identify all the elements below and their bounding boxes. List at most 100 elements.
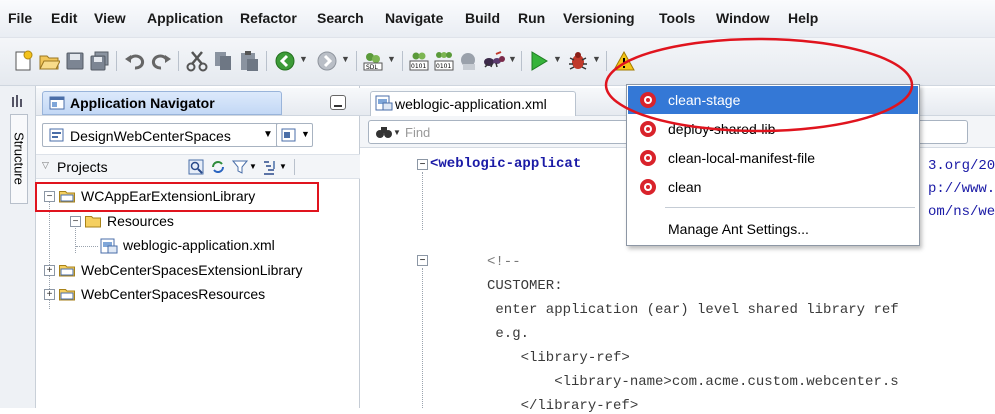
- rebuild-icon[interactable]: 0101: [433, 50, 455, 72]
- undo-icon[interactable]: [124, 50, 146, 72]
- filter-icon[interactable]: [232, 159, 248, 175]
- find-placeholder: Find: [405, 125, 431, 140]
- make-dropdown-icon[interactable]: ▼: [387, 54, 396, 64]
- menu-run[interactable]: Run: [518, 10, 545, 26]
- fold-guide-line: [422, 268, 423, 408]
- tree-item-label: Resources: [107, 213, 174, 229]
- back-icon[interactable]: [274, 50, 296, 72]
- toolbar-separator: [178, 51, 179, 71]
- menu-view[interactable]: View: [94, 10, 126, 26]
- tree-item-resources[interactable]: − Resources: [36, 211, 360, 233]
- collapse-triangle-icon[interactable]: ▽: [42, 160, 49, 171]
- chevron-down-icon[interactable]: ▼: [249, 162, 257, 171]
- open-icon[interactable]: [38, 50, 60, 72]
- code-line: enter application (ear) level shared lib…: [487, 302, 899, 318]
- code-line: e.g.: [487, 326, 530, 342]
- ant-target-clean[interactable]: clean: [628, 173, 918, 201]
- menu-edit[interactable]: Edit: [51, 10, 77, 26]
- navigator-tab[interactable]: Application Navigator: [42, 91, 282, 115]
- xml-file-icon: [375, 95, 393, 111]
- code-line: <!--: [487, 254, 521, 270]
- save-all-icon[interactable]: [89, 50, 111, 72]
- forward-icon[interactable]: [316, 50, 338, 72]
- expand-node-icon[interactable]: +: [44, 265, 55, 276]
- tree-guide-line: [76, 246, 98, 247]
- editor-tab-label: weblogic-application.xml: [395, 96, 547, 112]
- tree-item-weblogic-application-xml[interactable]: weblogic-application.xml: [36, 235, 360, 257]
- expand-node-icon[interactable]: +: [44, 289, 55, 300]
- menu-navigate[interactable]: Navigate: [385, 10, 443, 26]
- tree-item-webcenterspacesextensionlibrary[interactable]: + WebCenterSpacesExtensionLibrary: [36, 260, 360, 282]
- tree-item-label: WebCenterSpacesResources: [81, 286, 266, 302]
- menu-search[interactable]: Search: [317, 10, 364, 26]
- menu-application[interactable]: Application: [147, 10, 223, 26]
- code-line-fragment: om/ns/we: [928, 204, 995, 220]
- run-dropdown-icon[interactable]: ▼: [553, 54, 562, 64]
- projects-header: ▽ Projects ▼ ▼: [36, 154, 360, 179]
- menu-help[interactable]: Help: [788, 10, 818, 26]
- project-tree: − WCAppEarExtensionLibrary − Resources w…: [35, 181, 360, 408]
- back-dropdown-icon[interactable]: ▼: [299, 54, 308, 64]
- manage-ant-settings-item[interactable]: Manage Ant Settings...: [628, 215, 918, 243]
- popup-separator: [665, 207, 915, 208]
- code-fold-icon[interactable]: −: [417, 255, 428, 266]
- project-folder-icon: [59, 265, 75, 277]
- tree-item-webcenterspacesresources[interactable]: + WebCenterSpacesResources: [36, 284, 360, 306]
- make-icon[interactable]: SDL: [362, 50, 384, 72]
- ant-target-clean-local-manifest-file[interactable]: clean-local-manifest-file: [628, 144, 918, 172]
- navigator-title: Application Navigator: [70, 95, 215, 111]
- debug-icon[interactable]: [567, 50, 589, 72]
- toolbar-separator: [356, 51, 357, 71]
- code-line-fragment: p://www.: [928, 181, 995, 197]
- menu-tools[interactable]: Tools: [659, 10, 695, 26]
- menu-file[interactable]: File: [8, 10, 32, 26]
- filter-projects-icon[interactable]: [188, 159, 204, 175]
- chevron-down-icon: ▼: [301, 129, 310, 139]
- sort-icon[interactable]: [262, 159, 278, 175]
- ant-target-label: clean-local-manifest-file: [668, 150, 816, 166]
- structure-panel-strip: Structure: [0, 86, 36, 408]
- sync-icon[interactable]: [210, 159, 226, 175]
- xml-file-icon: [100, 238, 118, 254]
- application-select-value: DesignWebCenterSpaces: [70, 128, 231, 144]
- menu-window[interactable]: Window: [716, 10, 770, 26]
- compile-icon[interactable]: 0101: [408, 50, 430, 72]
- menu-versioning[interactable]: Versioning: [563, 10, 635, 26]
- application-menu-icon: [281, 128, 296, 142]
- editor-tab-weblogic-application-xml[interactable]: weblogic-application.xml: [370, 91, 576, 116]
- code-fold-icon[interactable]: −: [417, 159, 428, 170]
- chevron-down-icon: ▼: [263, 129, 273, 140]
- cut-icon[interactable]: [186, 50, 208, 72]
- ant-target-label: clean: [668, 179, 702, 195]
- fold-guide-line: [422, 172, 423, 230]
- redo-icon[interactable]: [150, 50, 172, 72]
- forward-dropdown-icon[interactable]: ▼: [341, 54, 350, 64]
- svg-text:0101: 0101: [411, 63, 426, 70]
- collapse-node-icon[interactable]: −: [70, 216, 81, 227]
- save-icon[interactable]: [64, 50, 86, 72]
- paste-icon[interactable]: [238, 50, 260, 72]
- minimize-button[interactable]: [330, 95, 346, 110]
- structure-icon[interactable]: [11, 94, 25, 108]
- new-icon[interactable]: [12, 50, 34, 72]
- menu-build[interactable]: Build: [465, 10, 500, 26]
- chevron-down-icon[interactable]: ▼: [279, 162, 287, 171]
- code-line: CUSTOMER:: [487, 278, 563, 294]
- code-line: <weblogic-applicat: [430, 156, 582, 172]
- chevron-down-icon[interactable]: ▼: [393, 128, 401, 137]
- menu-refactor[interactable]: Refactor: [240, 10, 297, 26]
- copy-icon[interactable]: [212, 50, 234, 72]
- application-select[interactable]: DesignWebCenterSpaces ▼: [42, 123, 304, 147]
- ant-dropdown-icon[interactable]: ▼: [508, 54, 517, 64]
- application-small-icon: [49, 128, 64, 142]
- toolbar-separator: [116, 51, 117, 71]
- application-menu-button[interactable]: ▼: [276, 123, 313, 147]
- ant-icon[interactable]: [482, 50, 506, 72]
- structure-tab[interactable]: Structure: [10, 114, 28, 204]
- toolbar-separator: [266, 51, 267, 71]
- binoculars-icon[interactable]: [375, 125, 393, 139]
- run-icon[interactable]: [528, 50, 550, 72]
- clean-icon[interactable]: [458, 50, 480, 72]
- ant-target-icon: [640, 179, 656, 195]
- code-line: <library-name>com.acme.custom.webcenter.…: [487, 374, 899, 390]
